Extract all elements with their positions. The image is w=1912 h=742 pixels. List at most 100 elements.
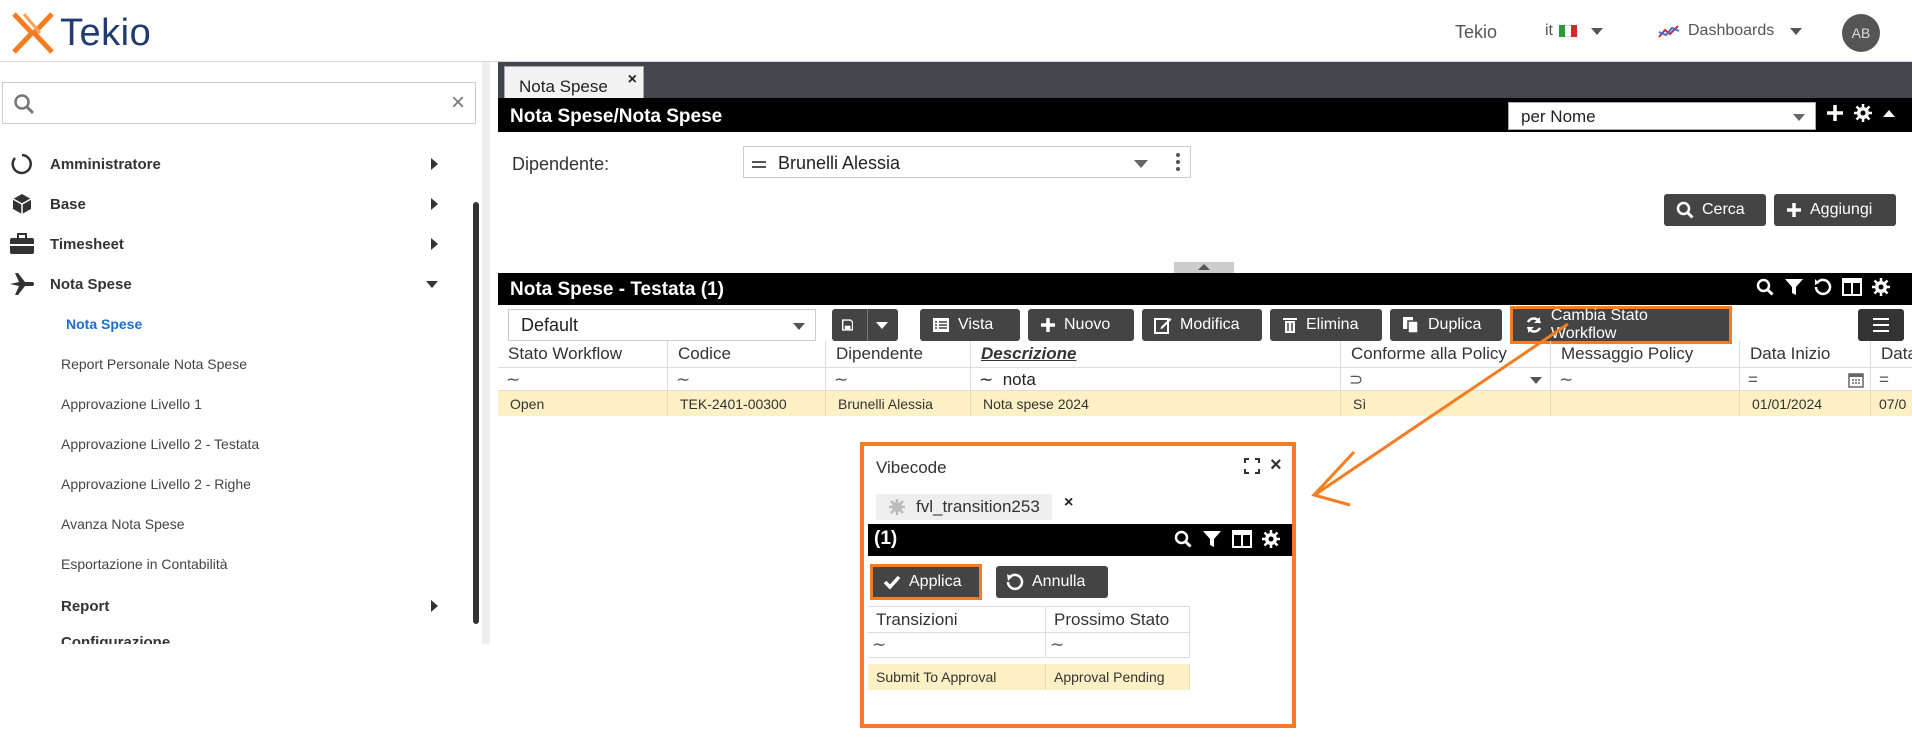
sidebar-scrollbar[interactable] <box>473 202 479 624</box>
calendar-icon[interactable] <box>1848 371 1864 388</box>
nuovo-button[interactable]: Nuovo <box>1028 309 1134 341</box>
filter-stato[interactable]: ∼ <box>498 367 668 391</box>
search-icon[interactable] <box>1756 278 1774 296</box>
filter-transizioni[interactable]: ∼ <box>868 632 1046 658</box>
avatar[interactable]: AB <box>1842 14 1880 52</box>
plus-icon[interactable] <box>1826 104 1844 122</box>
undo-icon[interactable] <box>1814 278 1832 296</box>
applica-label: Applica <box>909 573 962 590</box>
sidebar-item-timesheet[interactable]: Timesheet <box>0 224 460 264</box>
maximize-icon[interactable] <box>1244 458 1260 474</box>
sidebar-subitem-avanza[interactable]: Avanza Nota Spese <box>61 516 185 532</box>
column-header-prossimo-stato[interactable]: Prossimo Stato <box>1046 606 1190 632</box>
more-vertical-icon[interactable] <box>1176 153 1180 157</box>
columns-icon[interactable] <box>1232 530 1252 548</box>
plane-icon <box>10 273 34 295</box>
tab-nota-spese[interactable]: Nota Spese × <box>504 66 644 98</box>
column-header-conforme[interactable]: Conforme alla Policy <box>1341 341 1551 367</box>
sidebar-item-nota-spese[interactable]: Nota Spese <box>0 264 460 304</box>
sidebar-subitem-report-personale[interactable]: Report Personale Nota Spese <box>61 356 247 372</box>
sidebar-search-input[interactable] <box>43 89 423 117</box>
filter-descrizione[interactable]: ∼ nota <box>971 367 1341 391</box>
close-icon[interactable]: × <box>628 71 637 89</box>
chevron-up-icon[interactable] <box>1882 108 1896 118</box>
quick-search-select[interactable]: per Nome <box>1508 102 1816 130</box>
duplica-button[interactable]: Duplica <box>1390 309 1502 341</box>
chevron-right-icon <box>431 158 438 170</box>
chevron-down-icon[interactable] <box>1134 160 1148 168</box>
vista-label: Vista <box>958 316 994 333</box>
dashboards-menu[interactable]: Dashboards <box>1658 22 1803 40</box>
modifica-button[interactable]: Modifica <box>1142 309 1262 341</box>
filter-dipendente[interactable]: ∼ <box>826 367 971 391</box>
briefcase-icon <box>10 233 34 254</box>
sidebar-item-base[interactable]: Base <box>0 184 460 224</box>
sidebar-subitem-approvazione-2-righe[interactable]: Approvazione Livello 2 - Righe <box>61 476 251 492</box>
column-header-data[interactable]: Data <box>1871 341 1912 367</box>
cell-data[interactable]: 07/0 <box>1871 391 1912 416</box>
column-header-codice[interactable]: Codice <box>668 341 826 367</box>
column-header-dipendente[interactable]: Dipendente <box>826 341 971 367</box>
annulla-button[interactable]: Annulla <box>996 566 1108 598</box>
search-icon[interactable] <box>1174 530 1192 548</box>
save-view-button[interactable] <box>832 309 898 341</box>
filter-prossimo-stato[interactable]: ∼ <box>1046 632 1190 658</box>
cerca-button[interactable]: Cerca <box>1664 194 1766 226</box>
cell-prossimo-stato[interactable]: Approval Pending <box>1046 664 1190 690</box>
view-select[interactable]: Default <box>508 309 816 341</box>
language-selector[interactable]: it <box>1545 22 1603 40</box>
italy-flag-icon <box>1559 25 1577 37</box>
cell-messaggio[interactable] <box>1551 391 1740 416</box>
filter-data[interactable]: = <box>1871 367 1912 391</box>
elimina-button[interactable]: Elimina <box>1270 309 1382 341</box>
cambia-stato-workflow-button[interactable]: Cambia Stato Workflow <box>1510 306 1732 344</box>
close-icon[interactable]: × <box>1064 494 1073 512</box>
sidebar-item-report[interactable]: Report <box>0 586 460 626</box>
column-header-stato[interactable]: Stato Workflow <box>498 341 668 367</box>
equals-icon <box>752 161 766 163</box>
column-header-transizioni[interactable]: Transizioni <box>868 606 1046 632</box>
cell-codice[interactable]: TEK-2401-00300 <box>668 391 826 416</box>
edit-icon <box>1154 318 1172 334</box>
cell-stato[interactable]: Open <box>498 391 668 416</box>
gear-icon[interactable] <box>1262 530 1280 548</box>
hamburger-menu-button[interactable] <box>1858 309 1904 341</box>
cell-descrizione[interactable]: Nota spese 2024 <box>971 391 1341 416</box>
gear-icon[interactable] <box>1872 278 1890 296</box>
filter-conforme[interactable]: ⊃ <box>1341 367 1551 391</box>
column-header-data-inizio[interactable]: Data Inizio <box>1740 341 1871 367</box>
gear-icon[interactable] <box>1854 104 1872 122</box>
dialog-tab[interactable]: fvl_transition253 <box>876 494 1052 520</box>
sidebar-subitem-esportazione[interactable]: Esportazione in Contabilità <box>61 556 228 572</box>
sidebar-item-amministratore[interactable]: Amministratore <box>0 144 460 184</box>
column-header-messaggio[interactable]: Messaggio Policy <box>1551 341 1740 367</box>
filter-data-inizio[interactable]: = <box>1740 367 1871 391</box>
applica-button[interactable]: Applica <box>870 564 982 600</box>
cube-icon <box>12 194 32 214</box>
menu-icon <box>1873 318 1889 320</box>
close-icon[interactable]: × <box>1270 454 1282 477</box>
clear-icon[interactable]: × <box>451 89 465 117</box>
cell-data-inizio[interactable]: 01/01/2024 <box>1740 391 1871 416</box>
vista-button[interactable]: Vista <box>920 309 1020 341</box>
sidebar-item-configurazione[interactable]: Configurazione <box>0 626 460 644</box>
circle-icon <box>11 153 32 175</box>
filter-codice[interactable]: ∼ <box>668 367 826 391</box>
filter-icon[interactable] <box>1784 278 1804 296</box>
sidebar-search: × <box>2 82 476 124</box>
filter-messaggio[interactable]: ∼ <box>1551 367 1740 391</box>
aggiungi-button[interactable]: Aggiungi <box>1774 194 1896 226</box>
data-grid: Stato Workflow Codice Dipendente Descriz… <box>498 341 1912 416</box>
filter-icon[interactable] <box>1202 530 1222 548</box>
cell-dipendente[interactable]: Brunelli Alessia <box>826 391 971 416</box>
cell-conforme[interactable]: Sì <box>1341 391 1551 416</box>
columns-icon[interactable] <box>1842 278 1862 296</box>
dipendente-select[interactable]: Brunelli Alessia <box>743 146 1191 178</box>
chevron-right-icon <box>431 600 438 612</box>
sidebar-subitem-approvazione-2-testata[interactable]: Approvazione Livello 2 - Testata <box>61 436 259 452</box>
cell-transizione[interactable]: Submit To Approval <box>868 664 1046 690</box>
sidebar-subitem-approvazione-1[interactable]: Approvazione Livello 1 <box>61 396 202 412</box>
logo[interactable]: Tekio <box>10 10 151 56</box>
sidebar-subitem-nota-spese[interactable]: Nota Spese <box>66 316 142 332</box>
column-header-descrizione[interactable]: Descrizione <box>971 341 1341 367</box>
